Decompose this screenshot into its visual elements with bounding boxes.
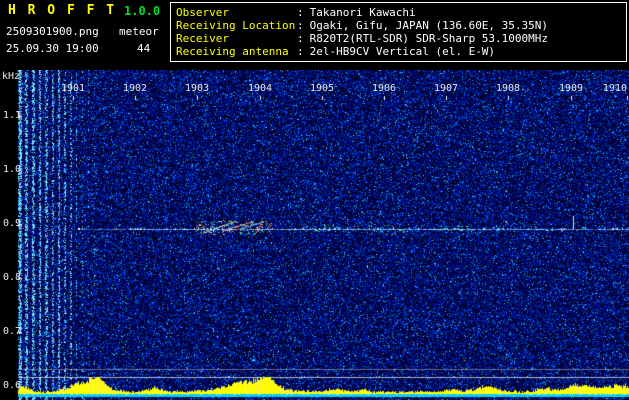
info-value: Ogaki, Gifu, JAPAN (136.60E, 35.35N) <box>309 19 549 32</box>
y-tick-label: 0.7 <box>3 326 22 337</box>
info-label: Observer <box>176 6 229 19</box>
x-tick-label: 1903 <box>184 83 210 94</box>
info-label: Receiving Location <box>176 19 296 32</box>
info-row-location: Receiving Location: Ogaki, Gifu, JAPAN (1… <box>176 19 626 32</box>
info-label: Receiving antenna <box>176 45 289 58</box>
info-colon: : <box>297 6 304 19</box>
header: H R O F F T 1.0.0 2509301900.png meteor … <box>0 0 629 70</box>
info-value: Takanori Kawachi <box>309 6 416 19</box>
app-title: H R O F F T <box>8 3 117 18</box>
output-filename: 2509301900.png <box>6 25 99 38</box>
x-tick-label: 1901 <box>60 83 86 94</box>
x-tick-label: 1910 <box>602 83 627 94</box>
y-tick-label: 0.9 <box>3 218 22 229</box>
x-tick-label: 1905 <box>309 83 335 94</box>
info-row-antenna: Receiving antenna:2el-HB9CV Vertical (el… <box>176 45 626 58</box>
timestamp: 25.09.30 19:00 <box>6 42 99 55</box>
y-tick-label: 1.1 <box>3 110 22 121</box>
hrofft-window: H R O F F T 1.0.0 2509301900.png meteor … <box>0 0 629 400</box>
y-tick-label: 0.6 <box>3 380 22 391</box>
spectrogram-canvas <box>0 70 629 400</box>
mode-label: meteor <box>119 25 159 38</box>
station-info-box: Observer: Takanori Kawachi Receiving Loca… <box>170 2 627 62</box>
spectrogram: kHz 1.1 1.0 0.9 0.8 0.7 0.6 1901 1902 19… <box>0 70 629 400</box>
y-axis-unit: kHz <box>2 71 21 82</box>
echo-count: 44 <box>137 42 151 55</box>
y-tick-label: 0.8 <box>3 272 22 283</box>
info-colon: : <box>297 45 304 58</box>
info-row-receiver: Receiver: R820T2(RTL-SDR) SDR-Sharp 53.10… <box>176 32 626 45</box>
x-tick-label: 1904 <box>247 83 273 94</box>
x-tick-label: 1902 <box>122 83 148 94</box>
info-value: 2el-HB9CV Vertical (el. E-W) <box>309 45 496 58</box>
info-row-observer: Observer: Takanori Kawachi <box>176 6 626 19</box>
app-version: 1.0.0 <box>124 4 161 18</box>
info-label: Receiver <box>176 32 229 45</box>
x-tick-label: 1906 <box>371 83 397 94</box>
x-tick-label: 1907 <box>433 83 459 94</box>
info-colon: : <box>297 32 304 45</box>
y-tick-label: 1.0 <box>3 164 22 175</box>
info-colon: : <box>297 19 304 32</box>
x-tick-label: 1908 <box>495 83 521 94</box>
x-tick-label: 1909 <box>558 83 584 94</box>
info-value: R820T2(RTL-SDR) SDR-Sharp 53.1000MHz <box>309 32 549 45</box>
